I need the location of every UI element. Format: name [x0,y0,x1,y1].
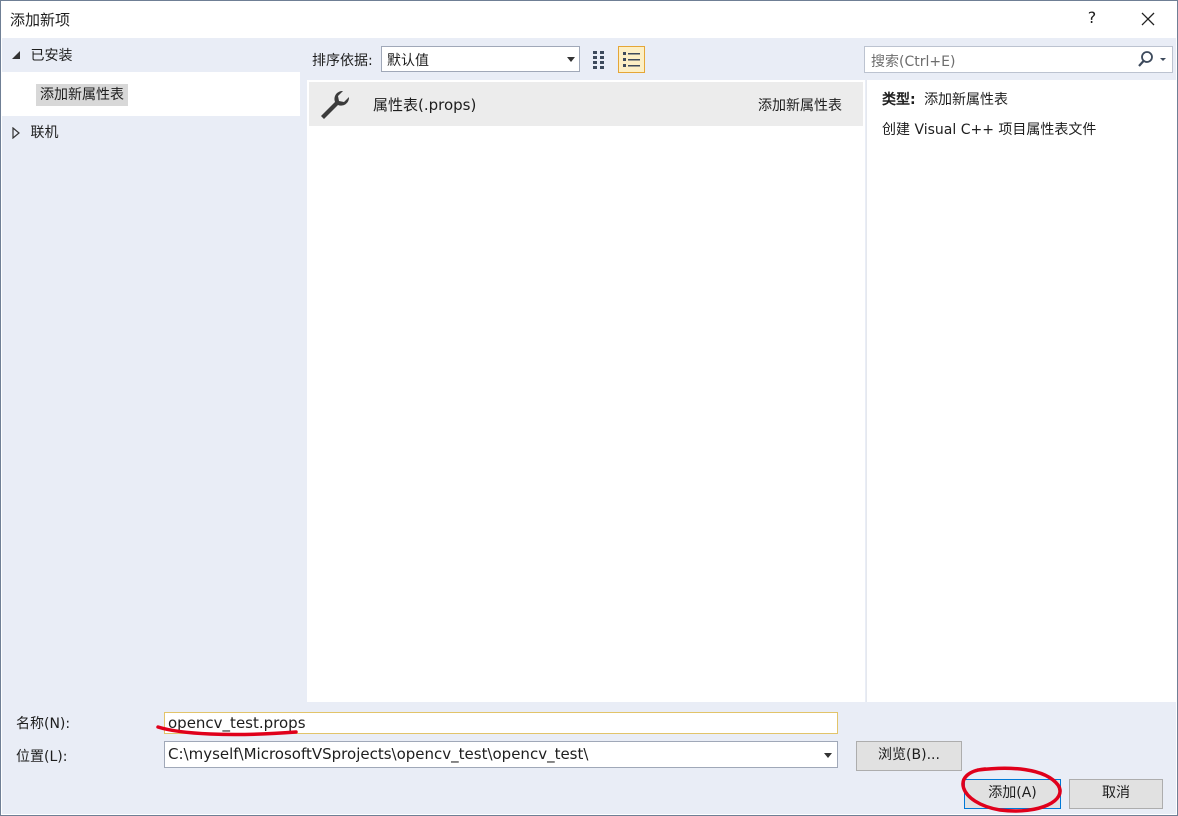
details-description: 创建 Visual C++ 项目属性表文件 [882,122,1097,138]
close-button[interactable] [1134,6,1162,32]
location-value: C:\myself\MicrosoftVSprojects\opencv_tes… [168,745,589,763]
location-combobox[interactable]: C:\myself\MicrosoftVSprojects\opencv_tes… [164,741,838,768]
category-tree: 已安装 联机 [2,38,302,702]
collapsed-triangle-icon [12,126,20,140]
chevron-down-icon[interactable] [824,753,832,758]
close-icon [1141,12,1155,26]
add-button[interactable]: 添加(A) [964,779,1061,809]
browse-button[interactable]: 浏览(B)... [856,741,962,771]
tree-node-add-property-sheet[interactable]: 添加新属性表 [36,84,128,106]
window-title: 添加新项 [10,11,71,29]
tree-node-installed[interactable]: 已安装 [10,43,72,69]
chevron-down-icon [567,57,575,62]
list-view-icon [623,52,640,67]
details-type-label: 类型: [882,92,916,108]
wrench-icon [318,88,352,122]
template-list [307,80,865,702]
details-pane [866,80,1176,702]
name-label: 名称(N): [16,716,71,732]
expanded-triangle-icon [12,51,20,59]
search-icon [1138,51,1166,67]
search-placeholder: 搜索(Ctrl+E) [871,54,956,70]
tree-node-online[interactable]: 联机 [10,120,58,146]
search-input[interactable]: 搜索(Ctrl+E) [864,46,1173,73]
template-item-name: 属性表(.props) [373,96,477,114]
sort-label: 排序依据: [312,53,373,69]
template-item-category: 添加新属性表 [758,98,842,114]
details-type-value: 添加新属性表 [924,92,1009,108]
help-button[interactable]: ? [1082,8,1102,30]
title-bar [0,0,1178,38]
cancel-button[interactable]: 取消 [1069,779,1163,809]
tree-node-installed-label: 已安装 [30,48,73,64]
sort-dropdown[interactable]: 默认值 [381,46,580,72]
grid-view-button[interactable] [589,46,615,72]
grid-view-icon [593,51,604,69]
list-view-button[interactable] [618,46,645,73]
location-label: 位置(L): [16,749,68,765]
details-type: 类型: 添加新属性表 [882,89,1008,109]
tree-node-online-label: 联机 [30,125,59,141]
sort-dropdown-value: 默认值 [387,53,429,69]
name-field[interactable]: opencv_test.props [164,712,838,734]
